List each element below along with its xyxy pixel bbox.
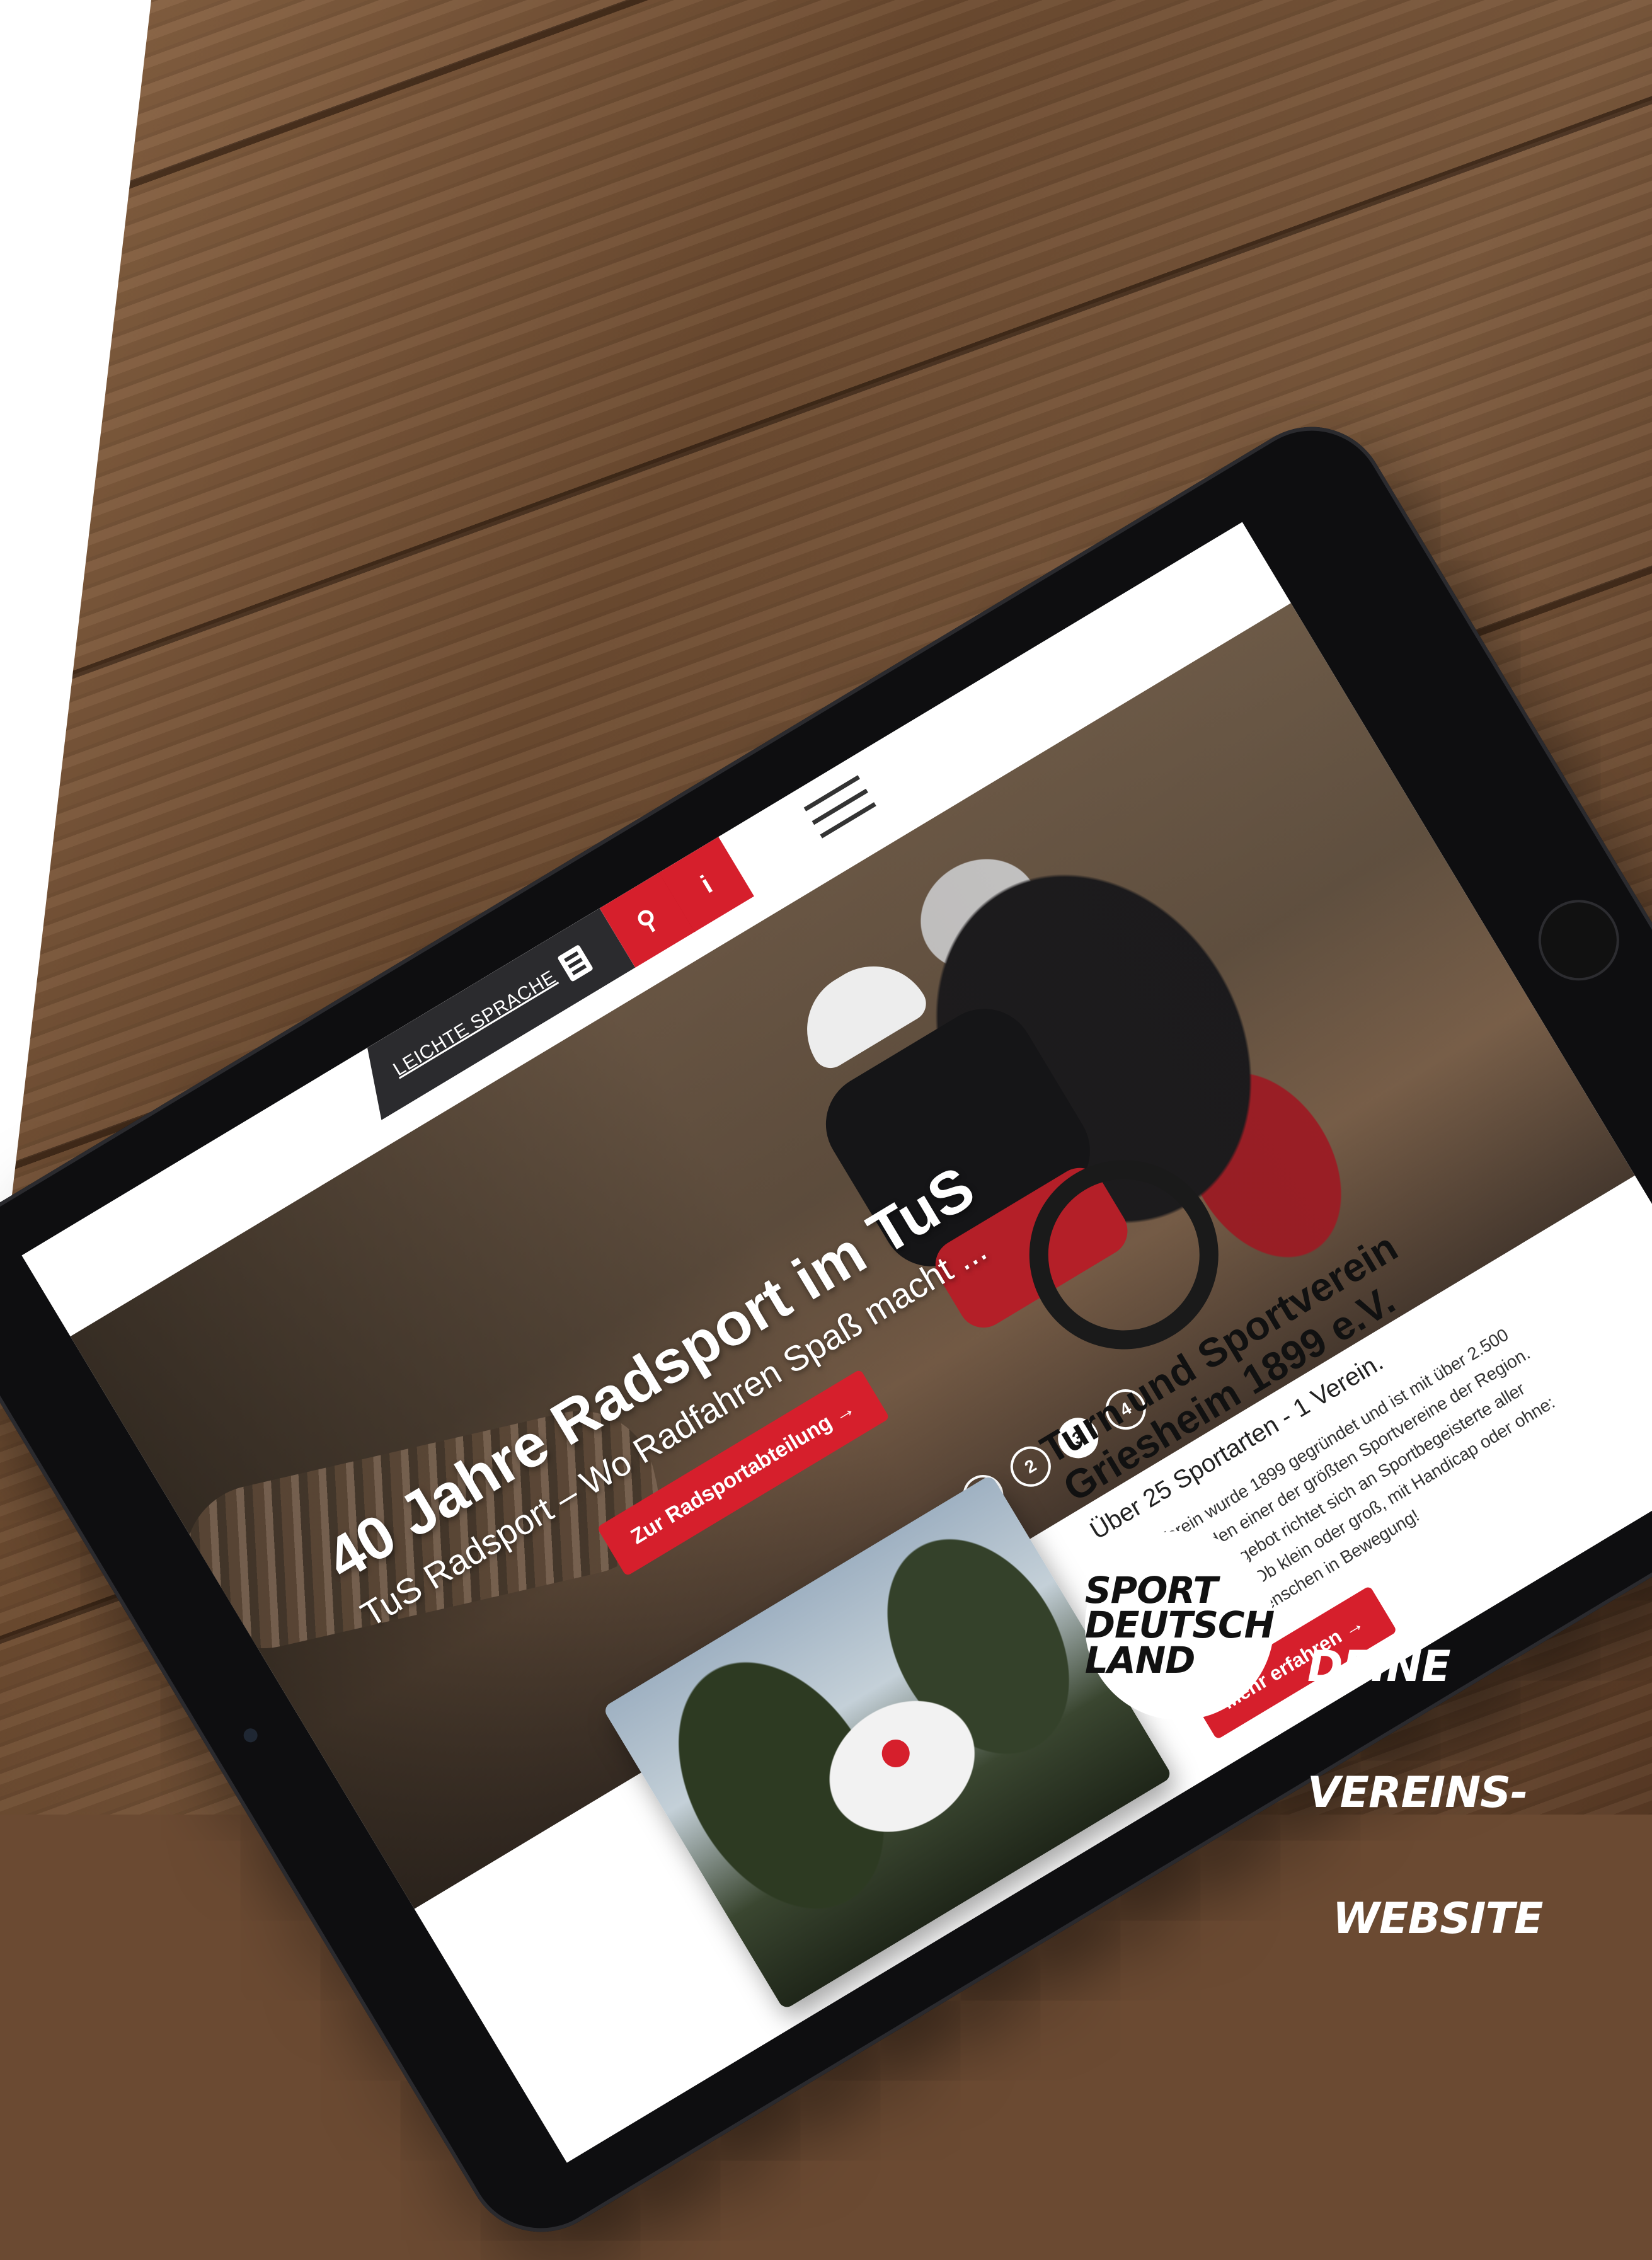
tagline-line: VEREINS- — [1307, 1768, 1528, 1818]
sport-deutschland-logo-text: SPORT DEUTSCH LAND — [1084, 1569, 1275, 1682]
search-icon: ⚲ — [631, 902, 663, 938]
book-icon — [557, 944, 594, 982]
logo-line: SPORT — [1084, 1569, 1218, 1612]
menu-line — [803, 775, 861, 812]
tagline-line: DEINE — [1307, 1642, 1451, 1692]
info-icon: i — [696, 869, 718, 899]
menu-line — [812, 788, 868, 825]
logo-line: DEUTSCH — [1084, 1603, 1275, 1647]
sport-deutschland-logo: SPORT DEUTSCH LAND — [1084, 1531, 1275, 1720]
logo-line: LAND — [1084, 1638, 1196, 1682]
deine-vereins-website-logo: DEINE VEREINS- WEBSITE — [1307, 1563, 1543, 1982]
tagline-line: WEBSITE — [1333, 1894, 1543, 1944]
menu-icon[interactable] — [803, 775, 884, 851]
menu-line — [820, 802, 876, 839]
club-emblem — [876, 1734, 915, 1773]
